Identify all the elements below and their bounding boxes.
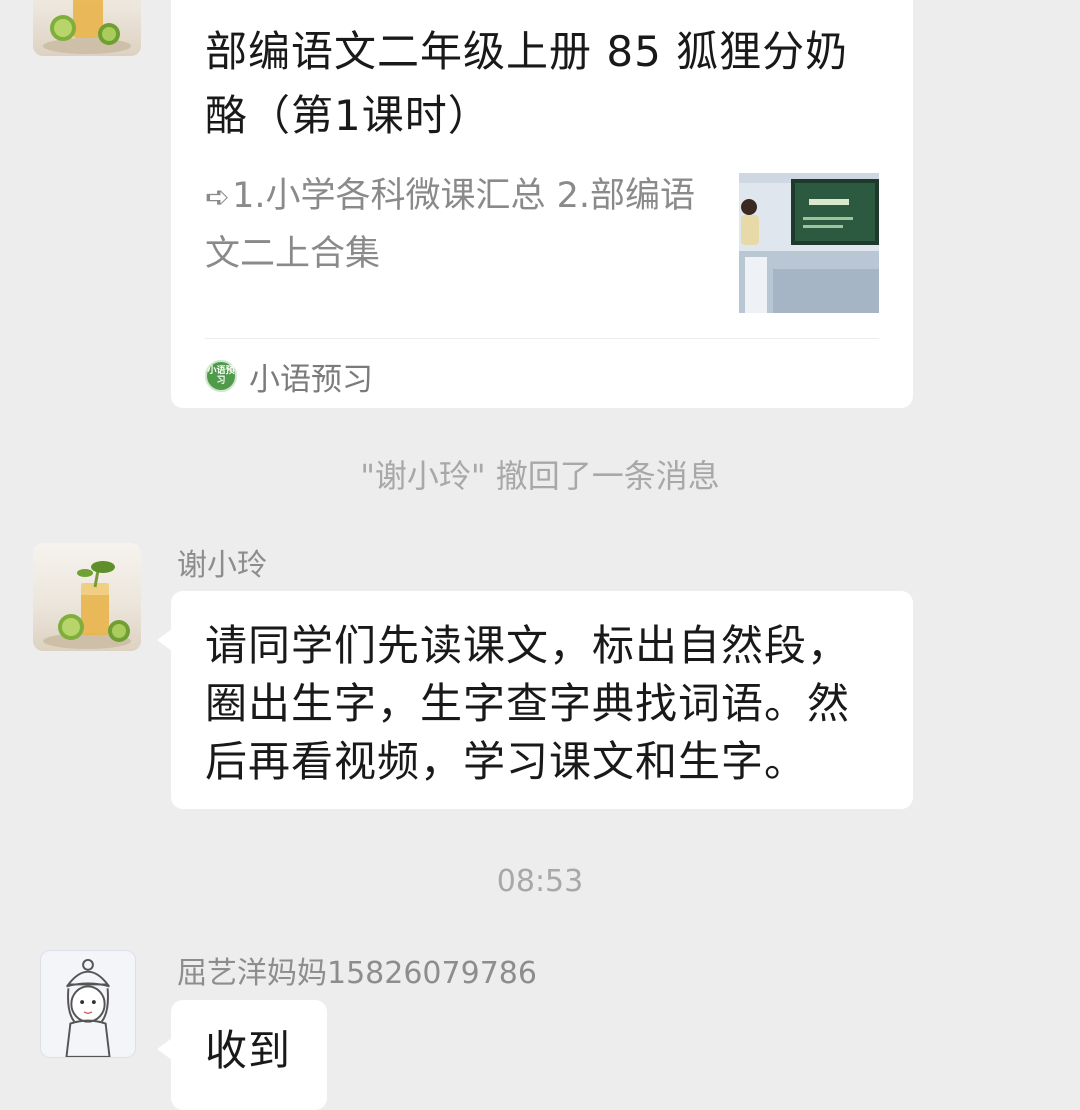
lemon-drink-avatar-image xyxy=(43,0,131,54)
message-bubble-parent[interactable]: 收到 xyxy=(157,1000,327,1110)
message-timestamp: 08:53 xyxy=(496,864,584,899)
card-description: ➪1.小学各科微课汇总 2.部编语文二上合集 xyxy=(205,168,705,282)
message-text: 请同学们先读课文，标出自然段，圈出生字，生字查字典找词语。然后再看视频，学习课文… xyxy=(205,621,851,786)
card-title: 部编语文二年级上册 85 狐狸分奶酪（第1课时） xyxy=(205,27,849,140)
teacher-avatar[interactable] xyxy=(33,543,141,651)
recall-notice: "谢小玲" 撤回了一条消息 xyxy=(360,457,720,495)
lemon-drink-avatar-image xyxy=(43,561,131,649)
cartoon-girl-avatar-image xyxy=(41,951,135,1057)
card-divider xyxy=(205,338,879,339)
card-description-text: 1.小学各科微课汇总 2.部编语文二上合集 xyxy=(205,176,696,274)
source-logo-icon: 小语预习 xyxy=(205,360,237,392)
parent-avatar[interactable] xyxy=(40,950,136,1058)
card-thumbnail xyxy=(739,173,879,313)
message-bubble-teacher[interactable]: 请同学们先读课文，标出自然段，圈出生字，生字查字典找词语。然后再看视频，学习课文… xyxy=(157,591,913,809)
sender-name-teacher: 谢小玲 xyxy=(177,548,267,583)
message-text: 收到 xyxy=(205,1026,292,1075)
video-thumbnail-image xyxy=(739,173,879,313)
sender-name-parent: 屈艺洋妈妈15826079786 xyxy=(177,956,537,991)
source-name: 小语预习 xyxy=(249,361,373,398)
sender-avatar-top[interactable] xyxy=(33,0,141,56)
link-card[interactable]: 部编语文二年级上册 85 狐狸分奶酪（第1课时） ➪1.小学各科微课汇总 2.部… xyxy=(171,0,913,408)
share-arrow-icon: ➪ xyxy=(205,180,231,215)
source-logo-text: 小语预习 xyxy=(207,366,235,386)
card-source[interactable]: 小语预习 小语预习 xyxy=(205,352,373,400)
